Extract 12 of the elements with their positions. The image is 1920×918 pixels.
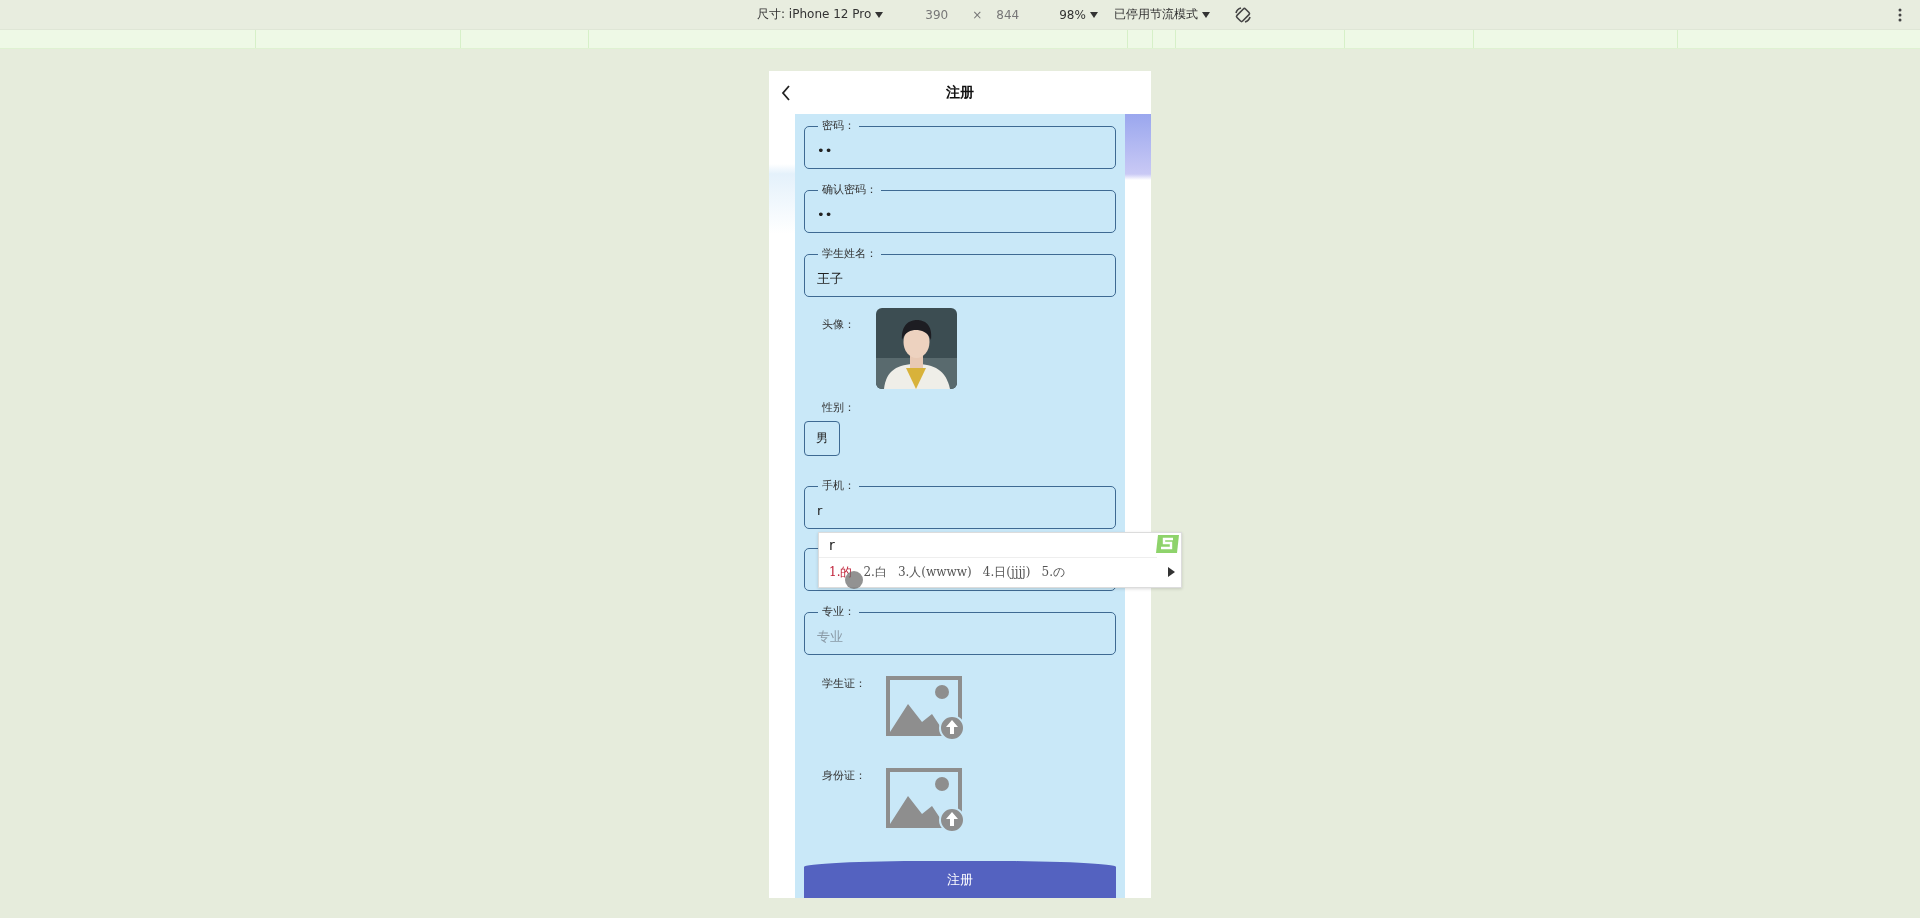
times-sign: × <box>972 7 983 22</box>
field-label: 专业： <box>818 605 859 619</box>
field-label: 手机： <box>818 479 859 493</box>
page-title: 注册 <box>946 83 974 102</box>
field-label: 确认密码： <box>818 183 881 197</box>
field-label: 密码： <box>818 119 859 133</box>
field-label: 头像： <box>822 317 856 333</box>
field-label: 身份证： <box>822 768 867 784</box>
field-label: 学生证： <box>822 676 867 692</box>
composition-text: r <box>819 533 1157 558</box>
field-label: 性别： <box>821 400 856 415</box>
field-label: 学生姓名： <box>818 247 881 261</box>
